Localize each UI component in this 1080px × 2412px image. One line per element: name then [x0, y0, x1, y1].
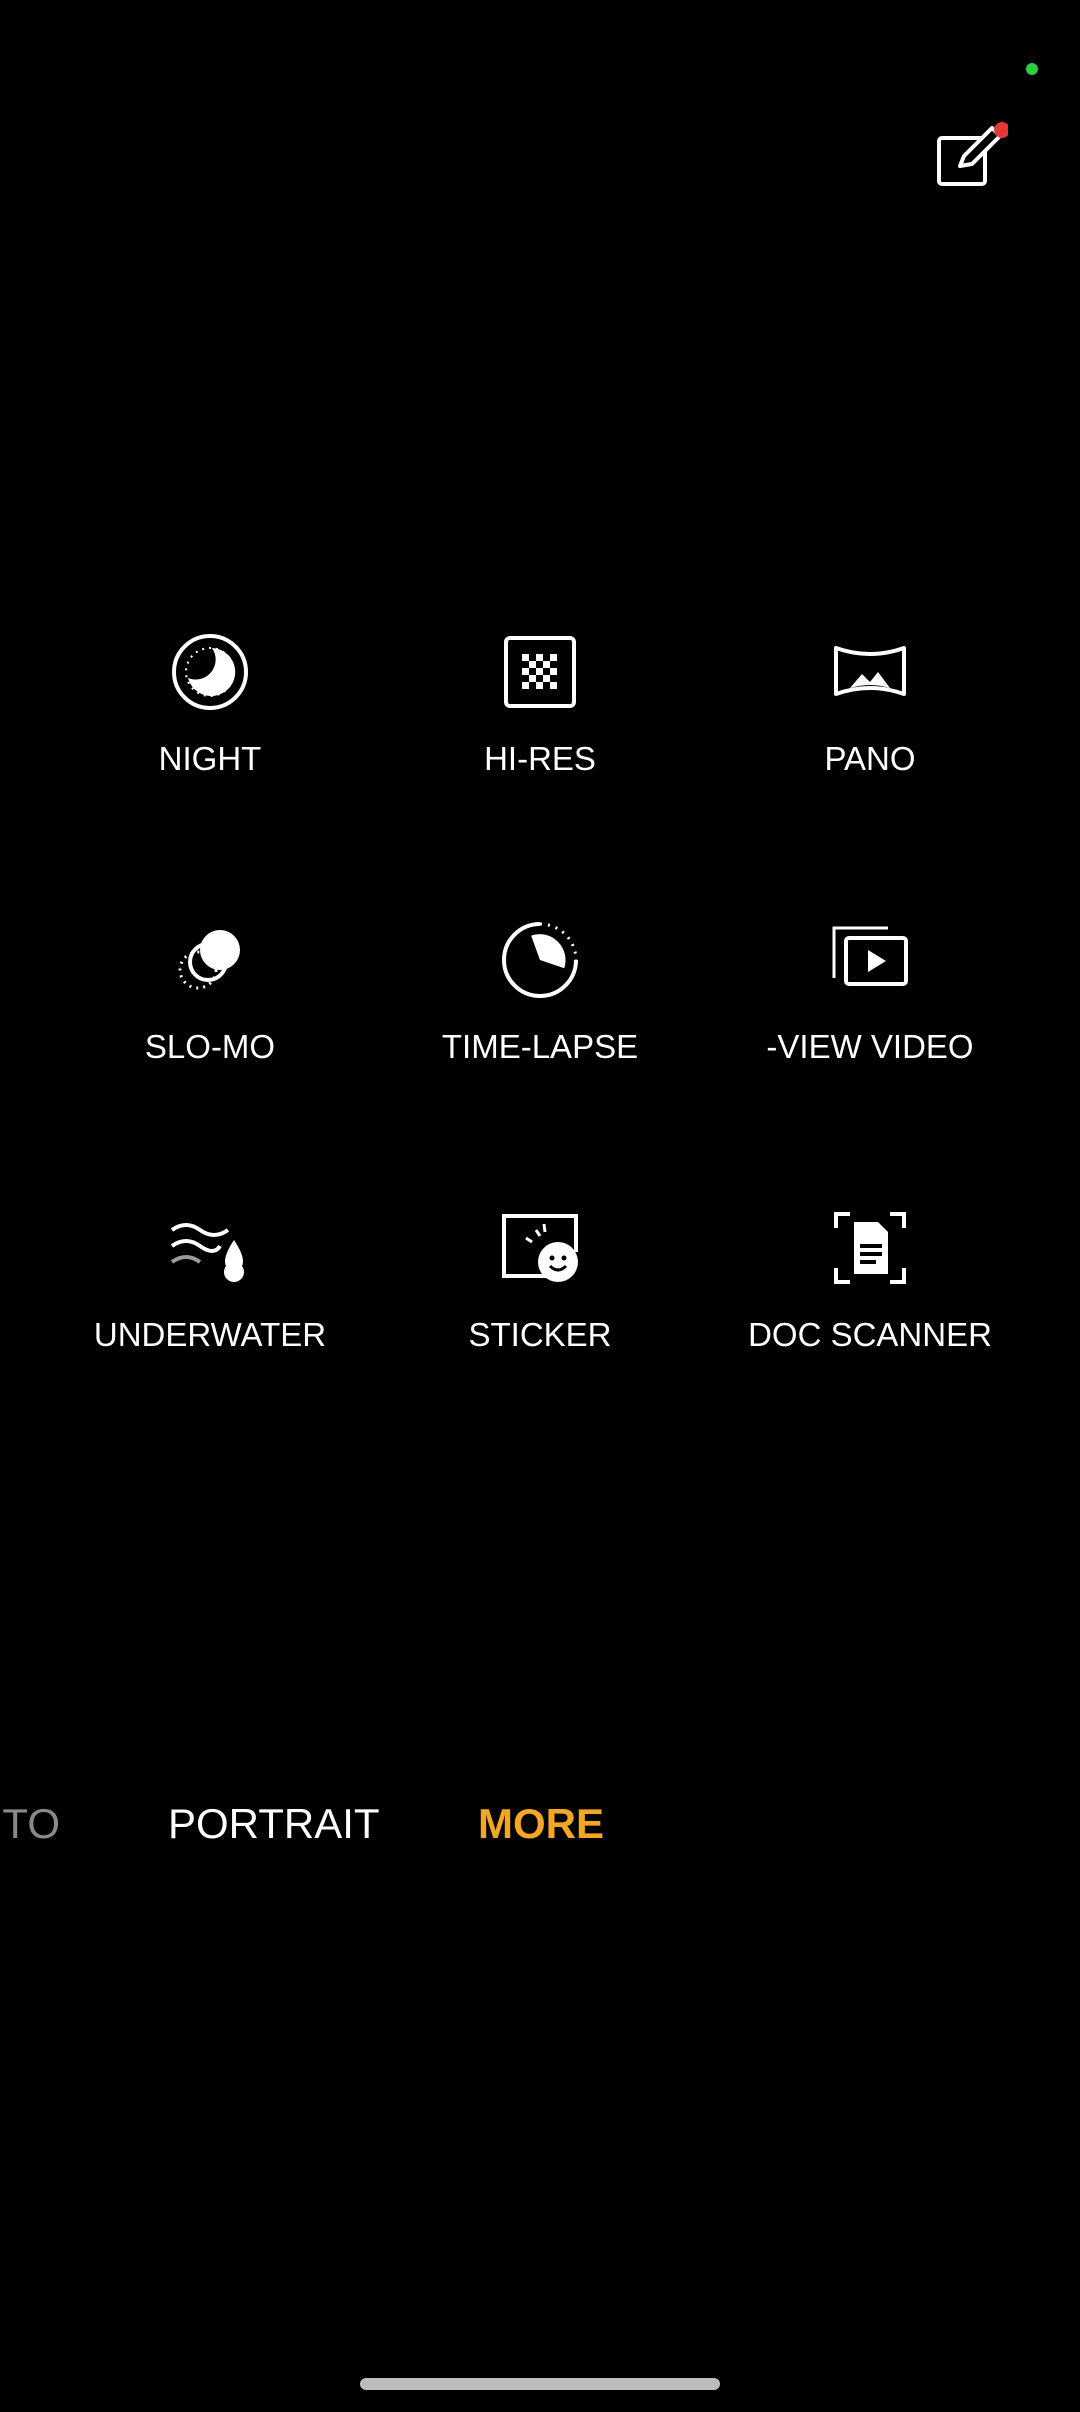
mode-label: STICKER: [468, 1316, 612, 1353]
mode-label: HI-RES: [484, 740, 596, 777]
slomo-icon: [168, 918, 252, 1002]
mode-pano[interactable]: PANO: [705, 630, 1035, 918]
mode-label: SLO-MO: [144, 1028, 276, 1065]
camera-mode-bar: TO PORTRAIT MORE: [0, 1800, 1080, 1860]
mode-night[interactable]: NIGHT: [45, 630, 375, 918]
pano-icon: [828, 630, 912, 714]
mode-hi-res[interactable]: HI-RES: [375, 630, 705, 918]
mode-grid: NIGHT HI-RES PANO SLO-MO TIME-LAPSE -VIE…: [0, 630, 1080, 1494]
home-indicator[interactable]: [360, 2378, 720, 2390]
mode-label: -VIEW VIDEO: [766, 1028, 974, 1065]
mode-label: PANO: [824, 740, 916, 777]
hires-icon: [498, 630, 582, 714]
mode-dual-view-video[interactable]: -VIEW VIDEO: [705, 918, 1035, 1206]
mode-sticker[interactable]: STICKER: [375, 1206, 705, 1494]
sticker-icon: [498, 1206, 582, 1290]
mode-doc-scanner[interactable]: DOC SCANNER: [705, 1206, 1035, 1494]
mode-tab-photo[interactable]: TO: [0, 1800, 60, 1848]
night-icon: [168, 630, 252, 714]
timelapse-icon: [498, 918, 582, 1002]
edit-icon: [937, 122, 1008, 186]
mode-label: NIGHT: [158, 740, 262, 777]
mode-underwater[interactable]: UNDERWATER: [45, 1206, 375, 1494]
underwater-icon: [168, 1206, 252, 1290]
mode-label: UNDERWATER: [93, 1316, 327, 1353]
mode-slo-mo[interactable]: SLO-MO: [45, 918, 375, 1206]
mode-time-lapse[interactable]: TIME-LAPSE: [375, 918, 705, 1206]
mode-tab-more[interactable]: MORE: [478, 1800, 604, 1848]
mode-tab-portrait[interactable]: PORTRAIT: [168, 1800, 380, 1848]
doc-scanner-icon: [828, 1206, 912, 1290]
dual-view-video-icon: [828, 918, 912, 1002]
edit-modes-button[interactable]: [934, 118, 1008, 194]
mode-label: DOC SCANNER: [748, 1316, 992, 1353]
mode-label: TIME-LAPSE: [441, 1028, 639, 1065]
privacy-indicator-dot: [1026, 63, 1038, 75]
